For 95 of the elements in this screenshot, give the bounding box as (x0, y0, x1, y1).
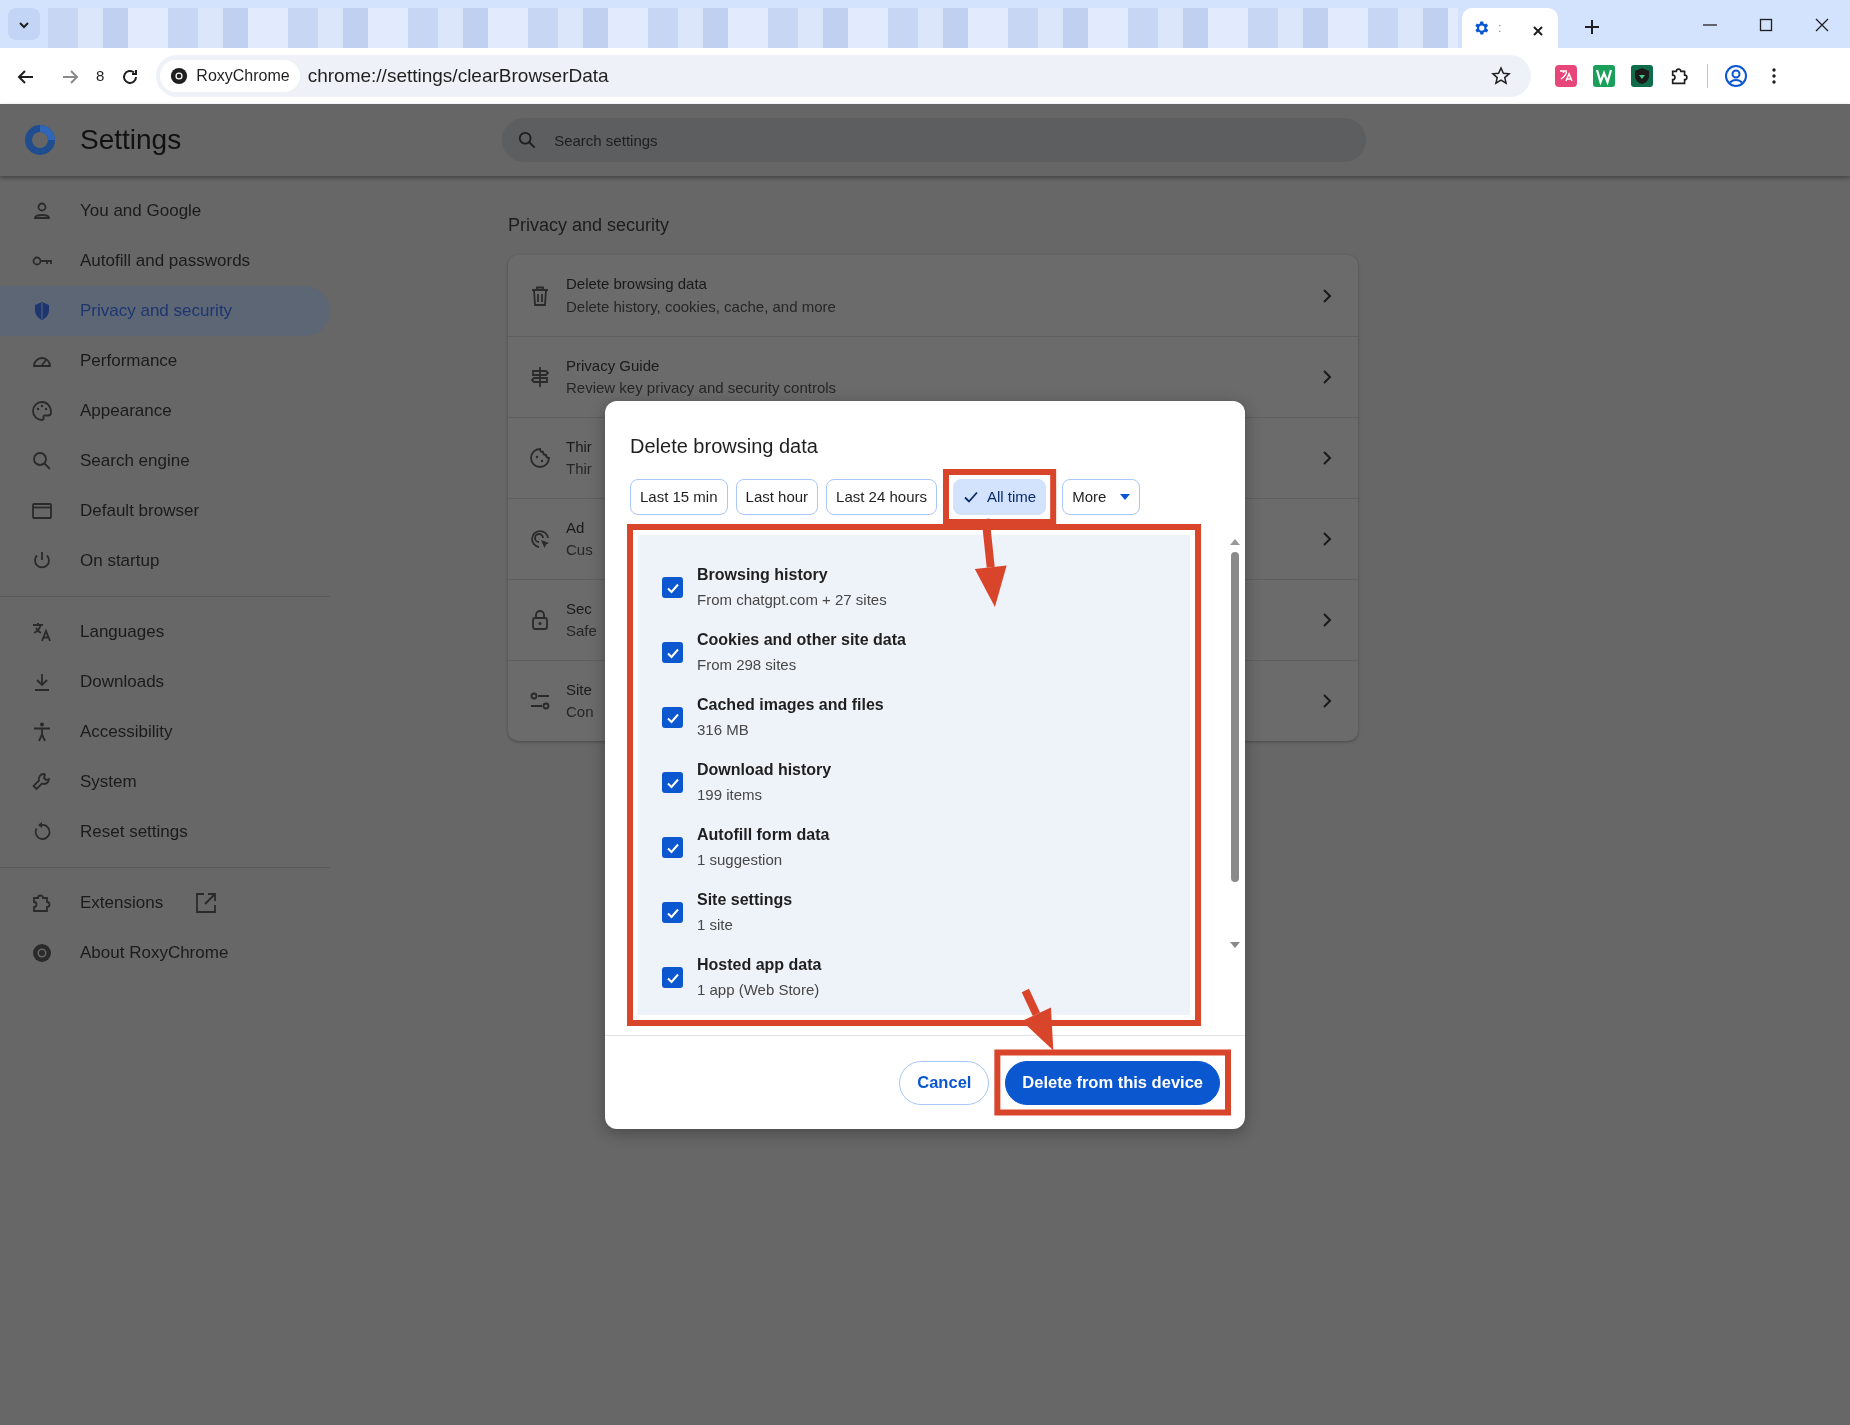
check-icon (963, 489, 979, 505)
browser-logo-icon (170, 67, 189, 85)
item-title: Cookies and other site data (697, 630, 906, 651)
minimize-icon (1703, 23, 1717, 26)
dialog-title: Delete browsing data (629, 434, 819, 459)
chevron-right-icon (1320, 288, 1334, 303)
sidebar-item[interactable]: About RoxyChrome (0, 928, 330, 978)
sidebar-item[interactable]: Appearance (0, 386, 330, 436)
signpost-icon (528, 365, 552, 389)
sidebar-item[interactable]: Reset settings (0, 807, 330, 857)
sidebar-item[interactable]: Downloads (0, 657, 330, 707)
counter-label: 8 (96, 65, 105, 86)
chevron-right-icon (1320, 613, 1334, 627)
palette-icon (30, 399, 54, 423)
maximize-icon (1759, 17, 1773, 32)
checkbox[interactable] (662, 707, 683, 728)
url-text: chrome://settings/clearBrowserData (307, 63, 609, 88)
search-icon (518, 131, 537, 149)
sidebar-item[interactable]: You and Google (0, 186, 330, 236)
site-chip[interactable]: RoxyChrome (160, 60, 300, 92)
chevron-right-icon (1320, 532, 1334, 546)
sidebar-item[interactable]: Search engine (0, 436, 330, 486)
row-subtitle: Con (566, 702, 594, 722)
annotation-arrow (1021, 988, 1054, 1051)
time-range-chip[interactable]: All time (953, 479, 1047, 515)
delete-button[interactable]: Delete from this device (1005, 1060, 1220, 1105)
checkbox[interactable] (662, 772, 683, 793)
item-detail: 1 suggestion (697, 850, 784, 871)
item-detail: From chatgpt.com + 27 sites (697, 590, 887, 611)
sidebar-item[interactable]: On startup (0, 536, 330, 586)
item-title: Browsing history (697, 565, 829, 586)
item-title: Download history (697, 760, 832, 781)
tab-search-button[interactable] (8, 8, 40, 40)
row-title: Privacy Guide (566, 355, 661, 376)
checkbox[interactable] (662, 967, 683, 988)
item-detail: 199 items (697, 785, 764, 806)
settings-logo-icon (24, 124, 56, 156)
item-detail: From 298 sites (697, 655, 798, 676)
item-title: Autofill form data (697, 825, 830, 846)
item-detail: 1 app (Web Store) (697, 980, 821, 1001)
target-cursor-icon (528, 527, 552, 551)
caret-icon (1120, 494, 1131, 500)
time-range-chip[interactable]: Last hour (735, 479, 819, 515)
translate-icon (30, 620, 54, 644)
row-title: Delete browsing data (566, 274, 708, 294)
address-bar[interactable]: RoxyChrome chrome://settings/clearBrowserData (156, 55, 1532, 97)
chevron-right-icon (1320, 370, 1334, 384)
more-dropdown[interactable]: More (1062, 479, 1141, 515)
sidebar-item[interactable]: System (0, 757, 330, 807)
sidebar-item[interactable]: Privacy and security (0, 286, 330, 336)
active-tab[interactable]: : (1462, 8, 1558, 48)
tab-title: : (1498, 19, 1502, 38)
row-subtitle: Delete history, cookies, cache, and more (566, 296, 836, 317)
row-subtitle: Thir (566, 459, 592, 479)
browser-logo-icon (30, 941, 54, 965)
sidebar-item[interactable]: Performance (0, 336, 330, 386)
row-title: Ad (566, 517, 586, 538)
row-subtitle: Safe (566, 621, 597, 641)
checkbox[interactable] (662, 902, 683, 923)
sidebar-item[interactable]: Default browser (0, 486, 330, 536)
checkbox[interactable] (662, 837, 683, 858)
checkbox[interactable] (662, 577, 683, 598)
item-detail: 1 site (697, 915, 734, 936)
sidebar-item[interactable]: Languages (0, 607, 330, 657)
sidebar-item[interactable]: Extensions (0, 878, 330, 928)
sidebar-item[interactable]: Accessibility (0, 707, 330, 757)
row-subtitle: Cus (566, 540, 593, 560)
checkbox[interactable] (662, 642, 683, 663)
time-range-chip[interactable]: Last 15 min (630, 479, 728, 515)
page-title: Settings (80, 123, 182, 157)
search-field[interactable]: Search settings (502, 118, 1367, 162)
profile-icon[interactable] (1724, 64, 1749, 88)
translate-extension-icon[interactable] (1555, 65, 1578, 87)
row-title: Site (566, 679, 593, 700)
cancel-button[interactable]: Cancel (899, 1060, 990, 1105)
shield-extension-icon[interactable] (1631, 65, 1654, 87)
plus-icon (1583, 17, 1601, 36)
star-icon[interactable] (1491, 66, 1512, 86)
row-subtitle: Review key privacy and security controls (566, 378, 837, 398)
item-title: Hosted app data (697, 955, 822, 976)
chevron-right-icon (1320, 694, 1334, 708)
item-title: Site settings (697, 890, 793, 911)
sidebar-item[interactable]: Autofill and passwords (0, 236, 330, 286)
w-extension-icon[interactable] (1593, 65, 1616, 87)
section-title: Privacy and security (508, 214, 671, 237)
chevron-right-icon (1320, 451, 1334, 465)
row-title: Thir (566, 436, 592, 457)
cookie-icon (528, 446, 552, 470)
close-icon (1531, 23, 1545, 38)
time-range-chip[interactable]: Last 24 hours (826, 479, 937, 515)
item-title: Cached images and files (697, 695, 884, 716)
item-detail: 316 MB (697, 720, 750, 741)
row-title: Sec (566, 598, 593, 619)
settings-row[interactable]: Delete browsing data Delete history, cookies, cache, and more (508, 255, 1358, 336)
close-icon (1815, 17, 1829, 32)
